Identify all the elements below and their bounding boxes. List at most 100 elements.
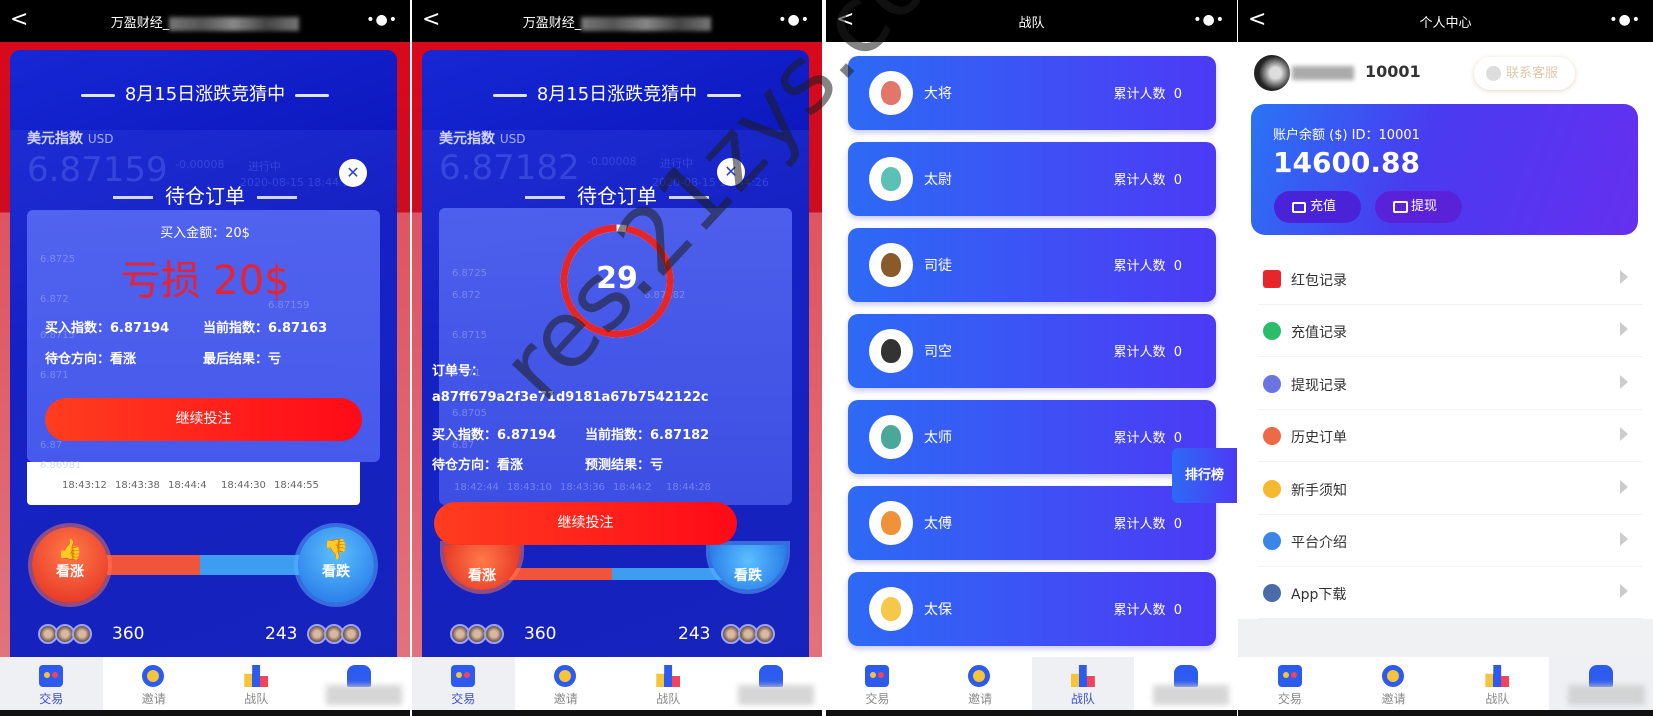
team-card[interactable]: 太师 累计人数 0 [848, 400, 1216, 474]
team-count: 累计人数 0 [1113, 517, 1182, 532]
tab-invite[interactable]: 邀请 [1342, 657, 1446, 710]
modal-title: 待仓订单 [412, 180, 822, 209]
contact-support-button[interactable]: 联系客服 [1474, 57, 1575, 90]
team-icon [1070, 665, 1095, 687]
team-card[interactable]: 太尉 累计人数 0 [848, 142, 1216, 216]
tab-profile[interactable] [1134, 657, 1237, 710]
tab-label-blurred [1567, 685, 1645, 705]
team-card[interactable]: 太保 累计人数 0 [848, 572, 1216, 646]
tab-team[interactable]: 战队 [1031, 657, 1135, 710]
current-index: 当前指数：6.87182 [585, 428, 710, 443]
menu-item[interactable]: 历史订单 [1258, 410, 1643, 463]
bottom-nav: 交易 邀请 战队 [826, 657, 1237, 710]
y-tick-label: 6.8725 [452, 268, 487, 279]
tab-invite[interactable]: 邀请 [515, 657, 618, 710]
wallet-icon [1292, 202, 1306, 213]
x-tick-label: 18:43:12 [62, 480, 107, 491]
chevron-right-icon [1620, 584, 1628, 599]
team-card[interactable]: 司徒 累计人数 0 [848, 228, 1216, 302]
tab-label: 邀请 [553, 692, 578, 706]
menu-item[interactable]: App下载 [1258, 567, 1643, 620]
thumbs-up-icon: 👍 [57, 537, 83, 561]
clipboard-icon [1263, 427, 1281, 446]
team-screen: 大将 累计人数 0 太尉 累计人数 0 司徒 累计人数 0 司空 累计人数 0 太师 累计人数 0… [826, 0, 1237, 716]
banner-title: 8月15日涨跌竞猜中 [412, 80, 822, 106]
withdraw-button[interactable]: 提现 [1375, 191, 1462, 223]
y-tick-label: 6.87 [40, 440, 63, 451]
recharge-button[interactable]: 充值 [1274, 191, 1361, 223]
top-bar: < 战队 •●• [826, 0, 1237, 42]
close-button[interactable]: ✕ [339, 159, 367, 187]
team-icon [656, 665, 681, 687]
menu-item[interactable]: 平台介绍 [1258, 515, 1643, 567]
team-avatar-icon [869, 587, 913, 631]
x-tick-label: 18:43:38 [115, 480, 160, 491]
team-avatar-icon [869, 329, 913, 373]
team-avatar-icon [869, 415, 913, 459]
tab-team[interactable]: 战队 [205, 657, 308, 710]
invite-icon [968, 665, 991, 687]
buy-index: 买入指数：6.87194 [45, 321, 170, 336]
menu-label: 提现记录 [1291, 377, 1347, 394]
close-button[interactable]: ✕ [717, 158, 745, 186]
bottom-nav: 交易 邀请 战队 [412, 657, 822, 710]
leaderboard-button[interactable]: 排行榜 [1172, 448, 1237, 503]
up-count: 360 [524, 624, 557, 644]
bottom-nav: 交易 邀请 战队 [1238, 657, 1653, 710]
recharge-icon [1263, 322, 1281, 341]
tab-trade[interactable]: 交易 [826, 657, 929, 710]
tab-profile[interactable] [308, 657, 411, 710]
order-label: 订单号： [432, 364, 485, 379]
invite-icon [553, 665, 576, 687]
bet-down-button[interactable]: 👎 看跌 [298, 527, 374, 603]
team-count: 累计人数 0 [1113, 345, 1182, 360]
tab-profile[interactable] [720, 657, 823, 710]
tab-invite[interactable]: 邀请 [929, 657, 1032, 710]
buy-amount: 买入金额：20$ [160, 226, 250, 241]
top-bar: < 万盈财经_ •●• [412, 0, 822, 42]
menu-item[interactable]: 提现记录 [1258, 358, 1643, 410]
balance-card: 账户余额 ($) ID：10001 14600.88 充值 提现 [1251, 104, 1638, 235]
team-icon [1485, 665, 1510, 687]
more-icon[interactable]: •●• [1609, 12, 1641, 28]
down-avatars [307, 624, 361, 644]
avatar[interactable] [1254, 55, 1290, 91]
menu-item[interactable]: 新手须知 [1258, 463, 1643, 515]
team-card[interactable]: 大将 累计人数 0 [848, 56, 1216, 130]
bet-up-button[interactable]: 👍 看涨 [32, 527, 108, 603]
more-icon[interactable]: •●• [366, 12, 398, 28]
trade-icon [39, 665, 64, 687]
team-icon [244, 665, 269, 687]
wallet-icon [1263, 374, 1281, 393]
page-title: 战队 [1018, 16, 1045, 31]
continue-bet-button[interactable]: 继续投注 [45, 398, 362, 441]
x-tick-label: 18:44:30 [221, 480, 266, 491]
tab-label: 交易 [39, 692, 64, 706]
bottom-nav: 交易 邀请 战队 [0, 657, 410, 710]
profile-icon [346, 665, 371, 687]
tab-team[interactable]: 战队 [617, 657, 720, 710]
trade-icon [451, 665, 476, 687]
menu-label: App下载 [1291, 587, 1347, 604]
tab-trade[interactable]: 交易 [1238, 657, 1342, 710]
final-result: 最后结果：亏 [203, 352, 282, 367]
tab-invite[interactable]: 邀请 [103, 657, 206, 710]
username-blurred [1292, 66, 1354, 80]
tab-profile[interactable] [1549, 657, 1653, 710]
tab-trade[interactable]: 交易 [0, 657, 103, 710]
trade-screen-result: 8月15日涨跌竞猜中 美元指数 USD 6.87159 -0.00008 进行中… [0, 0, 410, 716]
trade-icon [865, 665, 890, 687]
more-icon[interactable]: •●• [778, 12, 810, 28]
tab-label-blurred [737, 685, 814, 705]
more-icon[interactable]: •●• [1193, 12, 1225, 28]
team-card[interactable]: 太傅 累计人数 0 [848, 486, 1216, 560]
team-card[interactable]: 司空 累计人数 0 [848, 314, 1216, 388]
menu-item[interactable]: 充值记录 [1258, 305, 1643, 358]
buy-index: 买入指数：6.87194 [432, 428, 557, 443]
tab-team[interactable]: 战队 [1446, 657, 1550, 710]
forecast-result: 预测结果：亏 [585, 458, 664, 473]
thumbs-down-icon: 👎 [323, 537, 349, 561]
continue-bet-button[interactable]: 继续投注 [434, 502, 737, 545]
menu-item[interactable]: 红包记录 [1258, 253, 1643, 305]
tab-trade[interactable]: 交易 [412, 657, 515, 710]
